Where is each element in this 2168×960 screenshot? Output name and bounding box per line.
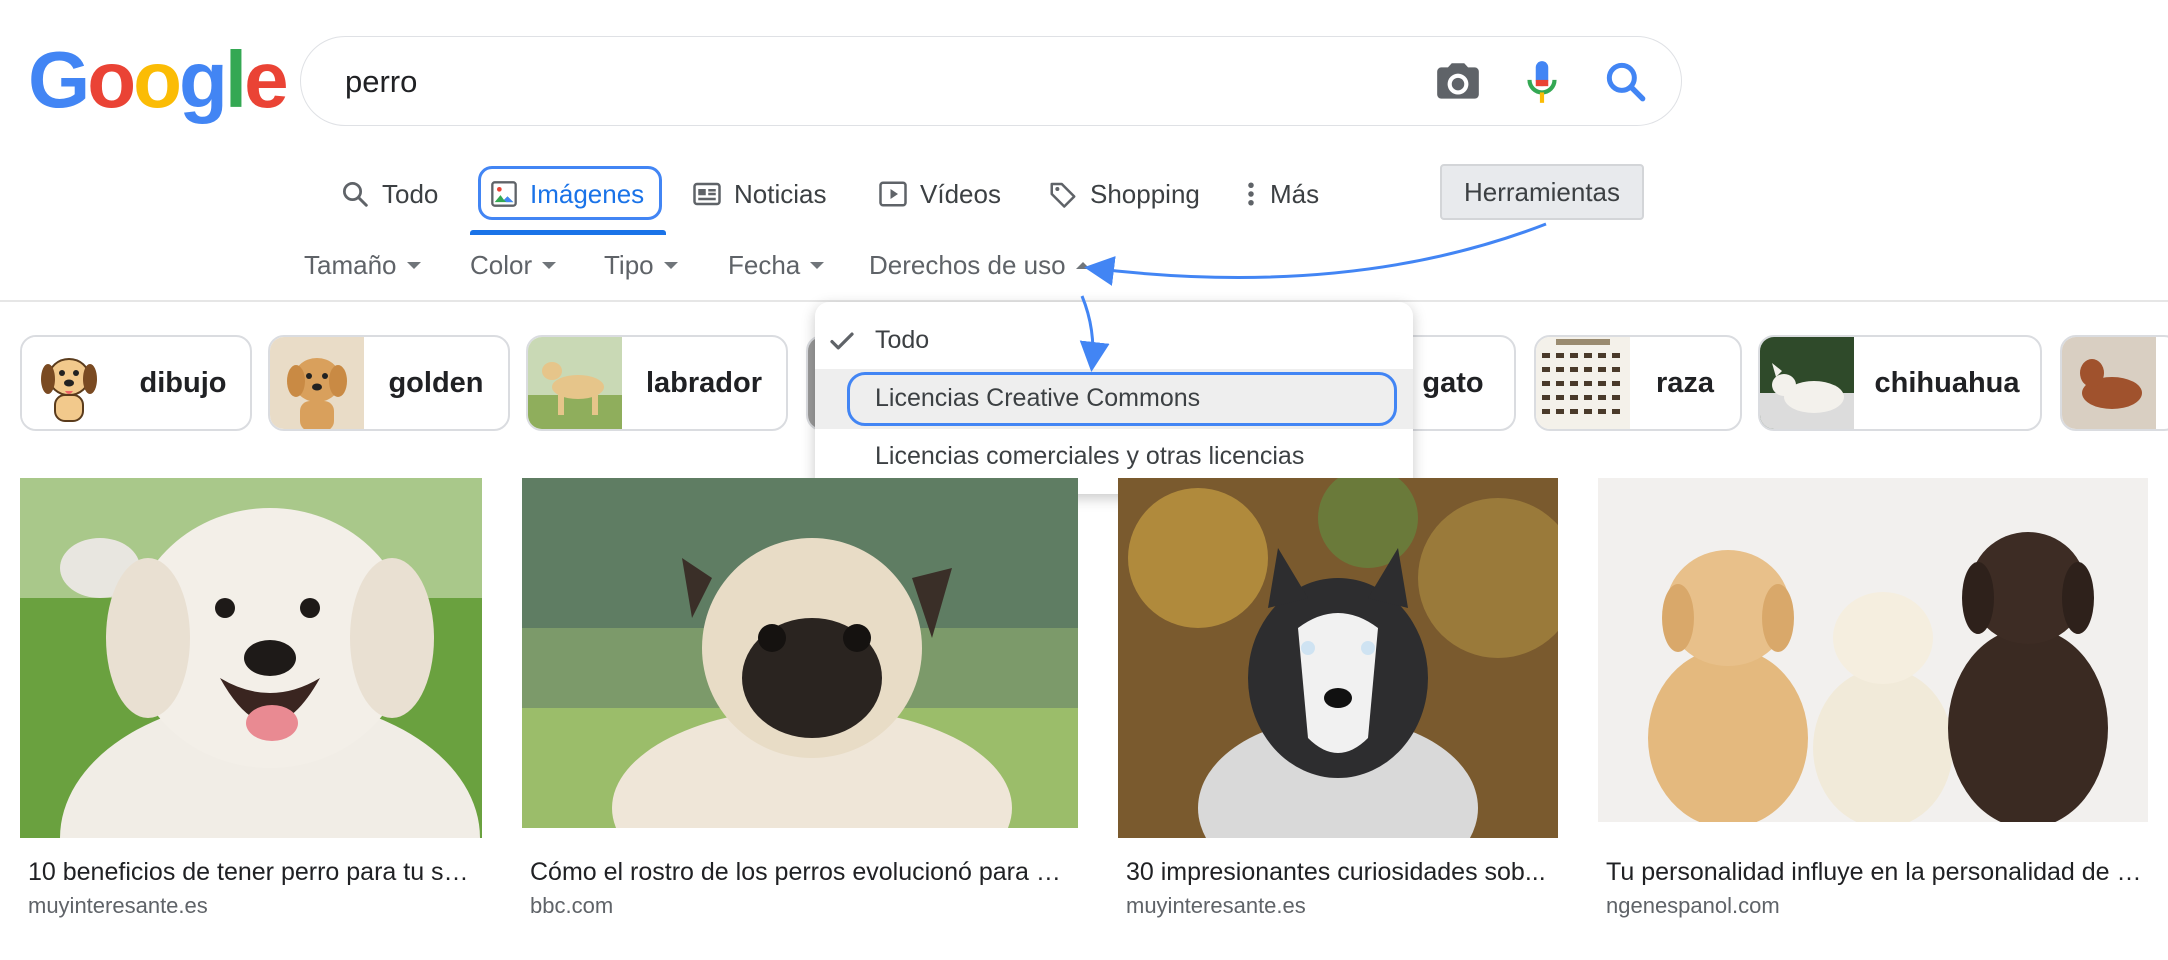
chip-thumbnail: [1760, 337, 1854, 429]
tab-label: Shopping: [1090, 178, 1200, 209]
result-title[interactable]: 30 impresionantes curiosidades sob...: [1126, 858, 1550, 887]
caret-down-icon: [810, 262, 825, 269]
search-input[interactable]: [343, 57, 1347, 107]
logo-letter: o: [133, 35, 182, 124]
annotation-arrow-tools: [1084, 222, 1547, 286]
result-image[interactable]: [20, 478, 482, 838]
tab-label: Más: [1270, 178, 1320, 209]
dropdown-option-commercial[interactable]: Licencias comerciales y otras licencias: [875, 442, 1304, 471]
logo-letter: o: [87, 35, 136, 124]
caret-down-icon: [663, 262, 678, 269]
microphone-icon[interactable]: [1517, 57, 1567, 107]
chip-golden[interactable]: golden: [268, 335, 510, 431]
chip-labrador[interactable]: labrador: [526, 335, 788, 431]
tab-todo[interactable]: Todo: [340, 172, 438, 216]
tab-label: Noticias: [734, 178, 827, 209]
chip-thumbnail: [2062, 337, 2156, 429]
chip-thumbnail: [1536, 337, 1630, 429]
logo-letter: G: [28, 35, 90, 124]
active-tab-underline: [470, 230, 666, 235]
result-source: muyinteresante.es: [28, 893, 208, 918]
filter-type[interactable]: Tipo: [604, 250, 678, 281]
tab-label: Todo: [382, 178, 439, 209]
tab-more[interactable]: Más: [1244, 172, 1319, 216]
caret-down-icon: [542, 262, 557, 269]
tab-videos[interactable]: Vídeos: [878, 172, 1001, 216]
result-source: ngenespanol.com: [1606, 893, 1780, 918]
chip-raza[interactable]: raza: [1534, 335, 1742, 431]
chip-label: dibujo: [139, 366, 227, 399]
logo-letter: g: [178, 35, 228, 124]
search-bar: [300, 36, 1682, 126]
tab-label: Vídeos: [920, 178, 1001, 209]
filter-color[interactable]: Color: [470, 250, 557, 281]
google-logo[interactable]: Google: [28, 40, 289, 120]
filter-label: Tipo: [604, 250, 654, 280]
caret-up-icon: [1075, 262, 1090, 269]
news-icon: [693, 182, 721, 206]
chip-label: raza: [1655, 366, 1715, 399]
tab-shopping[interactable]: Shopping: [1048, 172, 1200, 216]
search-icon[interactable]: [1601, 57, 1651, 107]
tab-images[interactable]: Imágenes: [490, 172, 644, 216]
filter-label: Fecha: [728, 250, 801, 280]
logo-letter: e: [244, 35, 288, 124]
filter-usage-rights[interactable]: Derechos de uso: [869, 250, 1090, 281]
caret-down-icon: [406, 262, 421, 269]
image-icon: [491, 181, 517, 207]
chip-dibujo[interactable]: dibujo: [20, 335, 252, 431]
result-source: bbc.com: [530, 893, 614, 918]
tab-label: Imágenes: [530, 178, 645, 209]
result-image[interactable]: [1598, 478, 2148, 822]
filter-label: Color: [470, 250, 533, 280]
dropdown-option-creative-commons[interactable]: Licencias Creative Commons: [875, 384, 1200, 413]
chip-label: labrador: [645, 366, 763, 399]
chip-label: golden: [388, 366, 484, 399]
filter-label: Tamaño: [304, 250, 397, 280]
dropdown-option-todo[interactable]: Todo: [875, 326, 929, 355]
chip-chihuahua[interactable]: chihuahua: [1758, 335, 2042, 431]
camera-icon[interactable]: [1433, 57, 1483, 107]
tab-news[interactable]: Noticias: [692, 172, 826, 216]
filter-label: Derechos de uso: [869, 250, 1066, 280]
tools-button[interactable]: Herramientas: [1440, 164, 1644, 220]
chip-label: chihuahua: [1874, 366, 2020, 399]
result-title[interactable]: 10 beneficios de tener perro para tu sa.…: [28, 858, 476, 887]
result-title[interactable]: Tu personalidad influye en la personalid…: [1606, 858, 2142, 887]
result-title[interactable]: Cómo el rostro de los perros evolucionó …: [530, 858, 1070, 887]
search-icon: [343, 182, 368, 207]
chip-thumbnail: [528, 337, 622, 429]
logo-letter: l: [224, 35, 247, 124]
filter-date[interactable]: Fecha: [728, 250, 825, 281]
chip-partial-right[interactable]: [2060, 335, 2168, 431]
result-image[interactable]: [522, 478, 1078, 828]
usage-rights-dropdown: Todo Licencias Creative Commons Licencia…: [815, 302, 1413, 494]
filter-size[interactable]: Tamaño: [304, 250, 421, 281]
result-source: muyinteresante.es: [1126, 893, 1306, 918]
play-icon: [879, 181, 907, 207]
chip-thumbnail: [270, 337, 364, 429]
more-vert-icon: [1248, 182, 1254, 206]
result-image[interactable]: [1118, 478, 1558, 838]
checkmark-icon: [827, 326, 857, 361]
tag-icon: [1050, 182, 1076, 208]
chip-thumbnail: [22, 337, 116, 429]
